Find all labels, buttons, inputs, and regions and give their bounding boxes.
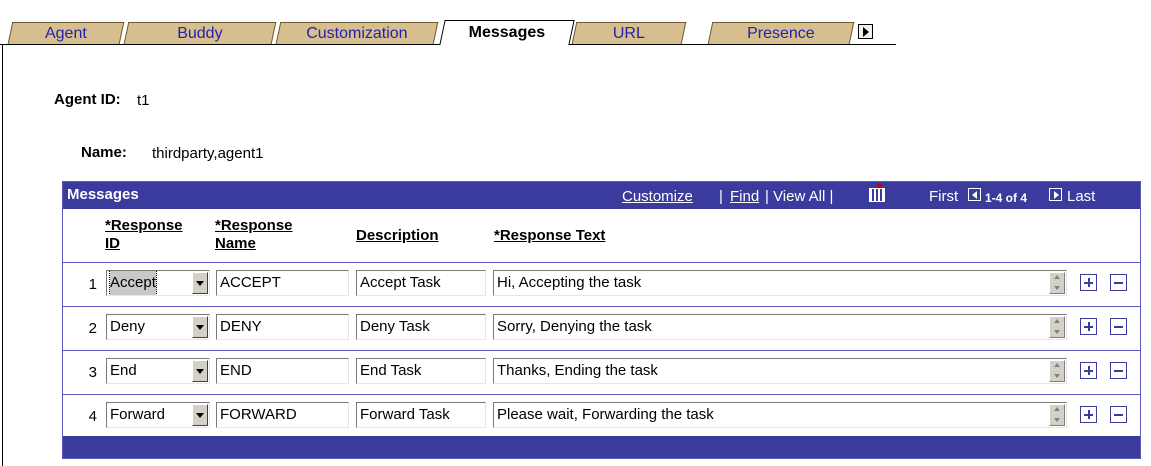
response-name-field[interactable]: DENY [216, 314, 349, 340]
description-field[interactable]: Accept Task [356, 270, 486, 296]
row-number: 4 [88, 408, 97, 425]
response-text-value: Thanks, Ending the task [497, 362, 658, 379]
agent-name-label: Name: [81, 144, 127, 161]
dropdown-arrow-icon[interactable] [192, 272, 208, 294]
response-text-field[interactable]: Thanks, Ending the task [493, 358, 1067, 384]
tab-url[interactable]: URL [571, 22, 687, 44]
response-text-value: Please wait, Forwarding the task [497, 406, 714, 423]
row-number: 1 [88, 276, 97, 293]
grid-title: Messages [67, 186, 139, 203]
grid-header: Messages Customize | Find | View All | F… [63, 182, 1140, 209]
add-row-button[interactable] [1080, 406, 1097, 423]
first-label: First [929, 188, 959, 205]
tab-buddy[interactable]: Buddy [123, 22, 277, 44]
tab-presence-label: Presence [747, 25, 815, 42]
tab-url-label: URL [612, 25, 645, 42]
row-divider [63, 306, 1140, 307]
response-id-value: End [110, 362, 137, 379]
tab-buddy-label: Buddy [177, 25, 223, 42]
response-id-select[interactable]: Forward [106, 402, 210, 428]
agent-id-value: t1 [137, 92, 150, 109]
delete-row-button[interactable] [1110, 274, 1127, 291]
response-text-value: Hi, Accepting the task [497, 274, 642, 291]
grid-footer [63, 436, 1140, 458]
agent-name-value: thirdparty,agent1 [152, 145, 264, 162]
response-text-field[interactable]: Hi, Accepting the task [493, 270, 1067, 296]
scroll-arrows-icon[interactable] [1049, 404, 1065, 426]
tab-agent[interactable]: Agent [7, 22, 125, 44]
tab-messages[interactable]: Messages [439, 20, 575, 45]
find-link[interactable]: Find [730, 188, 759, 205]
description-field[interactable]: Forward Task [356, 402, 486, 428]
response-id-value: Forward [110, 406, 166, 423]
col-description[interactable]: Description [356, 227, 439, 245]
col-response-text[interactable]: *Response Text [494, 227, 605, 245]
row-range: 1-4 of 4 [985, 191, 1028, 205]
dropdown-arrow-icon[interactable] [192, 316, 208, 338]
col-response-id[interactable]: *Response ID [105, 217, 183, 253]
response-text-value: Sorry, Denying the task [497, 318, 652, 335]
add-row-button[interactable] [1080, 274, 1097, 291]
add-row-button[interactable] [1080, 318, 1097, 335]
messages-grid: Messages Customize | Find | View All | F… [62, 181, 1141, 459]
scroll-arrows-icon[interactable] [1049, 272, 1065, 294]
download-grid-icon[interactable] [869, 183, 885, 202]
description-field[interactable]: End Task [356, 358, 486, 384]
col-response-id-line2: ID [105, 235, 120, 252]
delete-row-button[interactable] [1110, 318, 1127, 335]
response-name-field[interactable]: ACCEPT [216, 270, 349, 296]
tab-presence[interactable]: Presence [707, 22, 855, 44]
response-id-value: Accept [109, 271, 157, 295]
last-label: Last [1067, 188, 1096, 205]
col-response-name-line1: *Response [215, 217, 293, 234]
row-number: 3 [88, 364, 97, 381]
separator: | [719, 188, 723, 205]
description-field[interactable]: Deny Task [356, 314, 486, 340]
customize-link[interactable]: Customize [622, 188, 693, 205]
delete-row-button[interactable] [1110, 362, 1127, 379]
row-divider [63, 262, 1140, 263]
page-border [2, 45, 3, 466]
response-id-value: Deny [110, 318, 146, 335]
view-all-link[interactable]: | View All | [765, 188, 833, 205]
col-response-name[interactable]: *Response Name [215, 217, 293, 253]
row-divider [63, 350, 1140, 351]
tab-customization[interactable]: Customization [275, 22, 439, 44]
response-id-select[interactable]: Deny [106, 314, 210, 340]
response-text-field[interactable]: Sorry, Denying the task [493, 314, 1067, 340]
previous-arrow-icon[interactable] [968, 188, 981, 201]
response-text-field[interactable]: Please wait, Forwarding the task [493, 402, 1067, 428]
tab-messages-label: Messages [468, 24, 546, 41]
scroll-arrows-icon[interactable] [1049, 316, 1065, 338]
row-divider [63, 394, 1140, 395]
response-name-field[interactable]: END [216, 358, 349, 384]
response-name-field[interactable]: FORWARD [216, 402, 349, 428]
right-arrow-icon[interactable] [858, 24, 873, 39]
agent-id-label: Agent ID: [54, 91, 121, 108]
response-id-select[interactable]: Accept [106, 270, 210, 296]
delete-row-button[interactable] [1110, 406, 1127, 423]
tab-bar: Agent Buddy Customization URL Presence M… [0, 0, 1151, 45]
dropdown-arrow-icon[interactable] [192, 404, 208, 426]
response-id-select[interactable]: End [106, 358, 210, 384]
col-response-id-line1: *Response [105, 217, 183, 234]
add-row-button[interactable] [1080, 362, 1097, 379]
tab-agent-label: Agent [44, 25, 87, 42]
scroll-arrows-icon[interactable] [1049, 360, 1065, 382]
tab-customization-label: Customization [306, 25, 408, 42]
col-response-name-line2: Name [215, 235, 256, 252]
row-number: 2 [88, 320, 97, 337]
dropdown-arrow-icon[interactable] [192, 360, 208, 382]
next-arrow-icon[interactable] [1049, 188, 1062, 201]
